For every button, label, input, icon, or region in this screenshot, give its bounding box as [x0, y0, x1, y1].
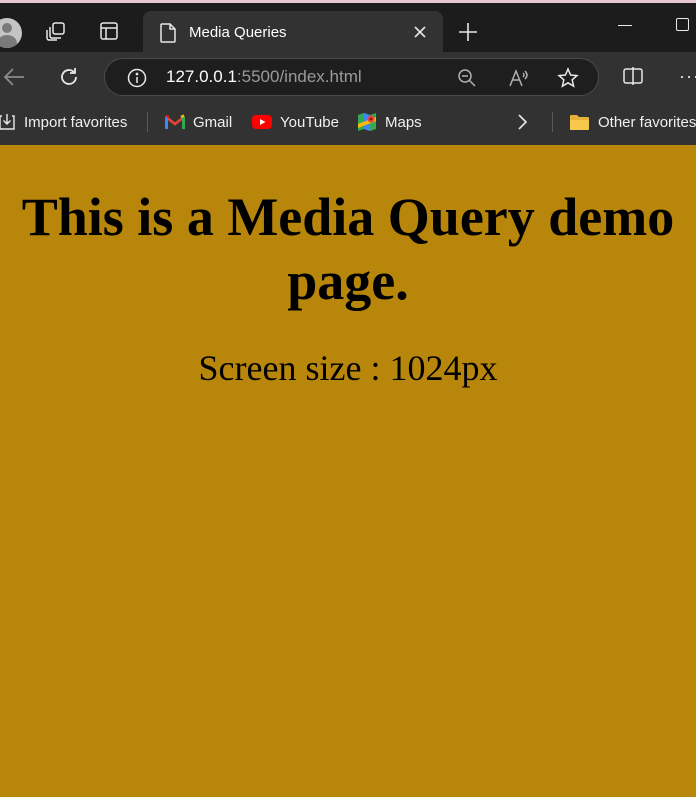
- read-aloud-icon[interactable]: [507, 67, 529, 94]
- screen-size-text: Screen size : 1024px: [198, 348, 498, 388]
- url-host: 127.0.0.1: [166, 67, 237, 86]
- other-favorites-link[interactable]: Other favorites: [569, 111, 696, 133]
- favorites-bar: Import favorites Gmail YouTube Maps Othe…: [0, 100, 696, 145]
- maps-icon: [357, 112, 377, 132]
- url-path: :5500/index.html: [236, 67, 362, 86]
- navigation-bar: 127.0.0.1:5500/index.html ···: [0, 52, 696, 100]
- import-favorites-link[interactable]: Import favorites: [0, 111, 127, 133]
- chevron-right-icon[interactable]: [514, 113, 530, 136]
- address-bar[interactable]: 127.0.0.1:5500/index.html: [104, 58, 599, 96]
- tab-media-queries[interactable]: Media Queries: [143, 11, 443, 55]
- split-screen-icon[interactable]: [622, 65, 644, 92]
- maps-label: Maps: [385, 113, 422, 131]
- favorites-divider: [552, 112, 553, 132]
- page-content: This is a Media Query demo page. Screen …: [0, 145, 696, 797]
- gmail-label: Gmail: [193, 113, 233, 131]
- youtube-label: YouTube: [280, 113, 339, 131]
- tab-actions-icon[interactable]: [98, 20, 120, 42]
- favorite-youtube[interactable]: YouTube: [252, 111, 339, 133]
- import-favorites-label: Import favorites: [24, 113, 128, 131]
- refresh-icon[interactable]: [57, 65, 81, 94]
- favorites-divider: [147, 112, 148, 132]
- import-icon: [0, 113, 16, 131]
- youtube-icon: [252, 115, 272, 129]
- tab-title: Media Queries: [189, 24, 287, 41]
- document-icon: [159, 23, 177, 48]
- more-options-icon[interactable]: ···: [679, 66, 696, 86]
- close-tab-icon[interactable]: [413, 25, 427, 44]
- gmail-icon: [165, 114, 185, 130]
- minimize-icon[interactable]: [618, 25, 632, 26]
- folder-icon: [569, 113, 590, 131]
- back-arrow-icon[interactable]: [2, 66, 26, 93]
- url-text[interactable]: 127.0.0.1:5500/index.html: [166, 67, 362, 87]
- new-tab-icon[interactable]: [457, 21, 479, 48]
- other-favorites-label: Other favorites: [598, 113, 696, 131]
- workspaces-icon[interactable]: [45, 20, 67, 42]
- profile-avatar[interactable]: [0, 18, 22, 48]
- favorite-maps[interactable]: Maps: [357, 111, 422, 133]
- favorite-star-icon[interactable]: [557, 67, 579, 94]
- zoom-out-icon[interactable]: [457, 68, 477, 93]
- site-info-icon[interactable]: [127, 68, 147, 93]
- favorite-gmail[interactable]: Gmail: [165, 111, 232, 133]
- title-bar: Media Queries: [0, 0, 696, 55]
- page-heading: This is a Media Query demo page.: [21, 187, 675, 311]
- maximize-icon[interactable]: [676, 18, 689, 31]
